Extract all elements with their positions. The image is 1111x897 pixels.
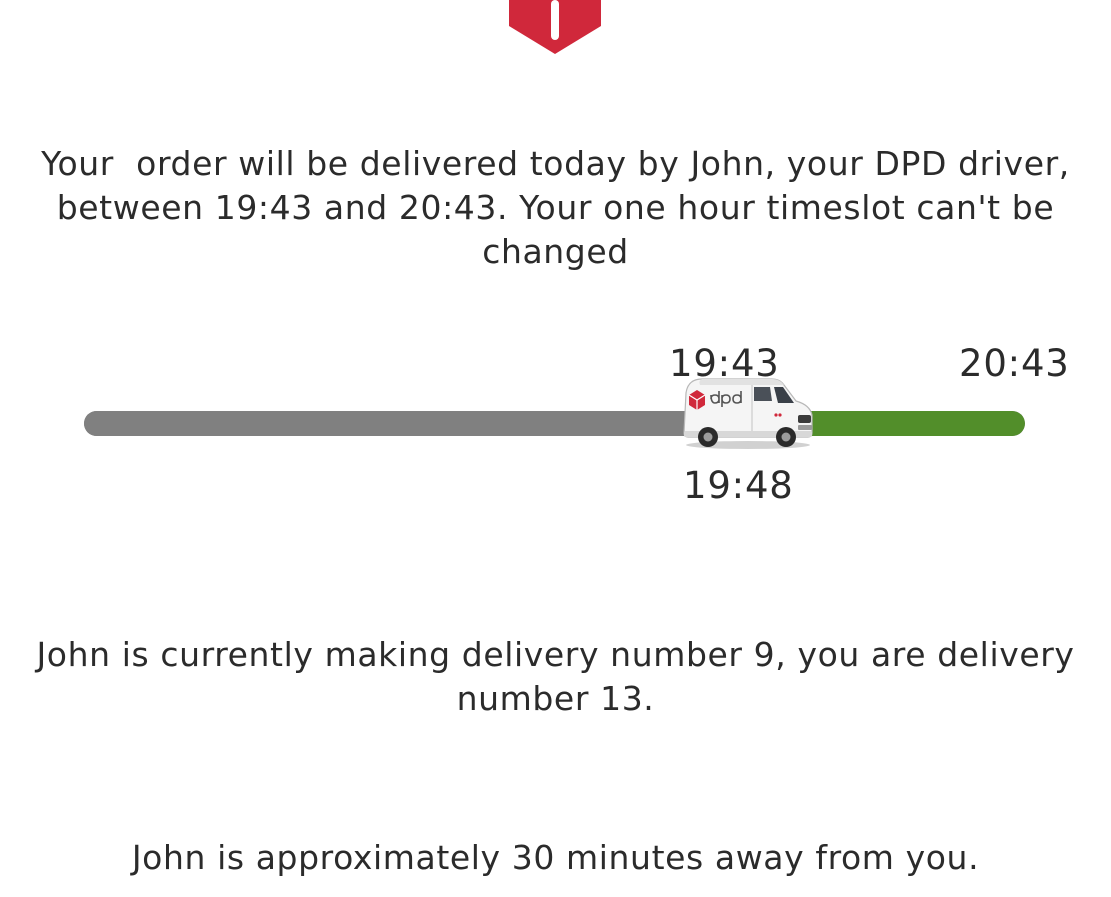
delivery-eta-message: Your order will be delivered today by Jo…: [41, 144, 1081, 271]
progress-track: [84, 411, 1025, 436]
progress-elapsed: [84, 411, 776, 436]
dpd-van-icon: [683, 378, 813, 449]
dpd-parcel-logo-icon: [509, 0, 601, 54]
estimated-arrival-time: 19:48: [683, 464, 794, 507]
delivery-timeline: 19:43 20:43 19:48: [0, 330, 1111, 520]
window-end-time: 20:43: [959, 342, 1070, 385]
driver-distance-message: John is approximately 30 minutes away fr…: [131, 838, 980, 877]
delivery-stops-message: John is currently making delivery number…: [36, 635, 1086, 718]
